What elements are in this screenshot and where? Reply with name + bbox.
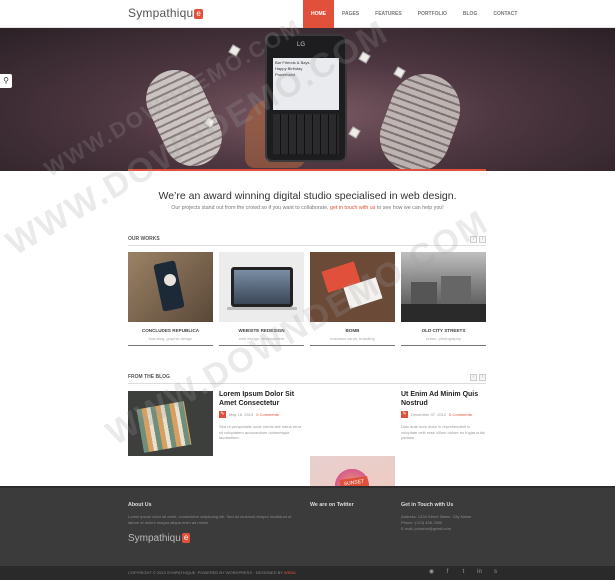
skype-icon[interactable]: s [492, 569, 499, 576]
twitter-icon[interactable]: t [460, 569, 467, 576]
nav-portfolio[interactable]: PORTFOLIO [410, 0, 455, 28]
post-format-icon: ✎ [401, 411, 408, 418]
intro-text-before: Our projects stand out from the crowd so… [171, 205, 329, 211]
work-subtitle: business cards, branding [330, 336, 375, 341]
intro-text-after: to see how we can help you! [376, 205, 444, 211]
blog-arrows: ‹ › [470, 374, 486, 381]
site-footer: About Us Lorem ipsum dolor sit amet, con… [0, 486, 615, 566]
logo-text: Sympathiqu [128, 6, 194, 20]
rss-icon[interactable]: ◉ [428, 569, 435, 576]
blog-post-date: December 07, 2012 [411, 412, 447, 417]
facebook-icon[interactable]: f [444, 569, 451, 576]
blog-post-meta: ✎ December 07, 2012 0 Comments [401, 411, 472, 418]
blog-title: FROM THE BLOG [128, 374, 170, 380]
phone-keyboard [273, 114, 339, 154]
work-subtitle: urban, photography [426, 336, 461, 341]
site-logo[interactable]: Sympathiqu e [128, 6, 204, 20]
blog-post-meta: ✎ May 16, 2013 0 Comments [219, 411, 279, 418]
footer-contact-title: Get in Touch with Us [401, 502, 454, 508]
social-links: ◉ f t in s [428, 569, 499, 576]
work-title[interactable]: OLD CITY STREETS [401, 328, 486, 333]
footer-logo-mark: e [181, 533, 191, 543]
phone-brand: LG [297, 42, 306, 48]
blog-post-comments[interactable]: 0 Comments [449, 412, 472, 417]
work-thumbnail[interactable] [128, 252, 213, 322]
main-nav: HOME PAGES FEATURES PORTFOLIO BLOG CONTA… [303, 0, 525, 28]
copyright-text: COPYRIGHT © 2013 SYMPATHIQUE. POWERED BY… [128, 570, 296, 575]
footer-contact-email[interactable]: E-mail: johndoe@gmail.com [401, 526, 487, 532]
work-title[interactable]: CONCLUDES REPUBLICA [128, 328, 213, 333]
hero-cube [393, 66, 406, 79]
blog-post-excerpt: Sed ut perspiciatis unde omnis iste natu… [219, 424, 302, 440]
nav-contact[interactable]: CONTACT [485, 0, 525, 28]
linkedin-icon[interactable]: in [476, 569, 483, 576]
works-title: OUR WORKS [128, 236, 160, 242]
blog-post-excerpt: Duis aute irure dolor in reprehenderit i… [401, 424, 485, 440]
search-icon[interactable]: ⚲ [0, 74, 12, 88]
footer-bottom-bar: COPYRIGHT © 2013 SYMPATHIQUE. POWERED BY… [0, 566, 615, 580]
blog-post-comments[interactable]: 0 Comments [256, 412, 279, 417]
blog-next-button[interactable]: › [479, 374, 486, 381]
footer-about-title: About Us [128, 502, 152, 508]
blog-post-title[interactable]: Ut Enim Ad Minim Quis Nostrud [401, 391, 486, 408]
blog-prev-button[interactable]: ‹ [470, 374, 477, 381]
footer-contact-list: Address: 1234 Street Name, City Name Pho… [401, 514, 487, 532]
designer-link[interactable]: WEBA [284, 570, 296, 575]
hero-decor-right [370, 64, 470, 171]
post-format-icon: ✎ [219, 411, 226, 418]
hero-cube [348, 126, 361, 139]
blog-post-date: May 16, 2013 [229, 412, 254, 417]
copyright-main: COPYRIGHT © 2013 SYMPATHIQUE. POWERED BY… [128, 570, 283, 575]
blog-post-title[interactable]: Lorem Ipsum Dolor Sit Amet Consectetur [219, 391, 304, 408]
contact-link[interactable]: get in touch with us [330, 205, 375, 211]
footer-logo[interactable]: Sympathiqu e [128, 533, 191, 544]
footer-logo-text: Sympathiqu [128, 533, 181, 544]
work-subtitle: branding, graphic design [148, 336, 193, 341]
footer-about-text: Lorem ipsum dolor sit amet, consectetur … [128, 514, 292, 525]
logo-mark: e [194, 9, 204, 19]
nav-home[interactable]: HOME [303, 0, 334, 28]
nav-blog[interactable]: BLOG [455, 0, 485, 28]
work-item[interactable]: CONCLUDES REPUBLICA branding, graphic de… [128, 252, 213, 346]
site-header: Sympathiqu e HOME PAGES FEATURES PORTFOLI… [0, 0, 615, 28]
footer-twitter-title: We are on Twitter [310, 502, 354, 508]
